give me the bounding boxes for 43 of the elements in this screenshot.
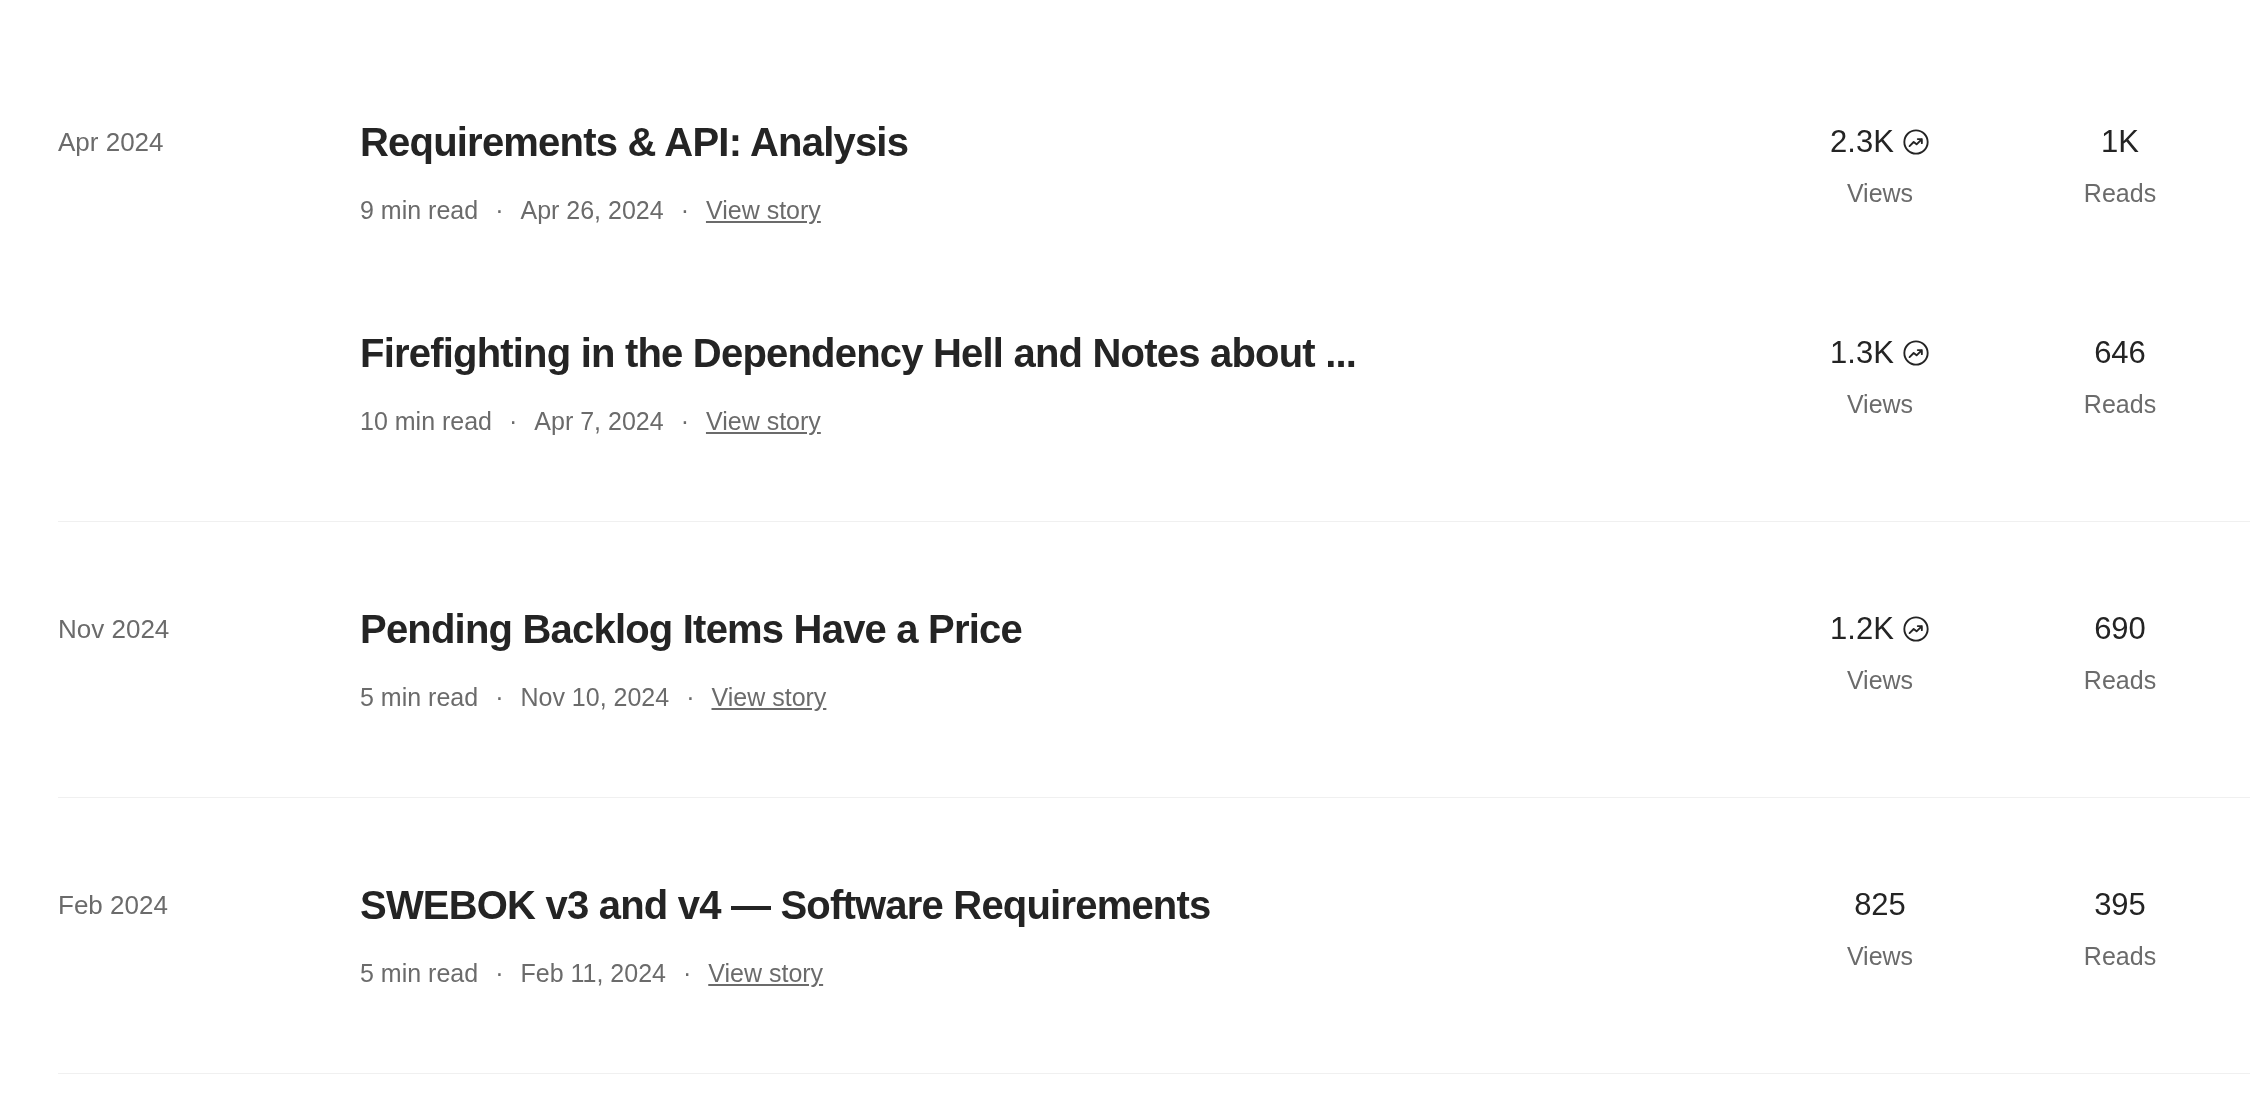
separator-dot: ·: [686, 682, 695, 712]
month-label: Apr 2024: [58, 126, 165, 159]
views-label: Views: [1846, 178, 1914, 208]
story-title[interactable]: Firefighting in the Dependency Hell and Notes about ...: [360, 329, 1760, 377]
read-time: 10 min read: [360, 406, 493, 436]
reads-label: Reads: [2083, 665, 2157, 695]
reads-count: 395: [2094, 887, 2146, 923]
publish-date: Apr 26, 2024: [520, 195, 664, 225]
separator-dot: ·: [495, 958, 504, 988]
story-title[interactable]: Pending Backlog Items Have a Price: [360, 605, 1760, 653]
separator-dot: ·: [682, 958, 692, 988]
reads-label: Reads: [2083, 178, 2157, 208]
view-story-link[interactable]: View story: [708, 958, 824, 988]
views-label: Views: [1846, 665, 1914, 695]
views-count: 825: [1854, 887, 1906, 923]
reads-count: 690: [2094, 611, 2146, 647]
month-label: Feb 2024: [58, 889, 169, 922]
views-count: 1.3K: [1830, 335, 1894, 371]
publish-date: Feb 11, 2024: [520, 958, 666, 988]
views-count: 1.2K: [1830, 611, 1894, 647]
views-count: 2.3K: [1830, 124, 1894, 160]
view-story-link[interactable]: View story: [705, 406, 821, 436]
separator-dot: ·: [495, 682, 504, 712]
views-label: Views: [1846, 941, 1914, 971]
reads-count: 646: [2094, 335, 2146, 371]
publish-date: Apr 7, 2024: [534, 406, 664, 436]
read-time: 9 min read: [360, 195, 479, 225]
separator-dot: ·: [680, 406, 689, 436]
reads-count: 1K: [2101, 124, 2139, 160]
read-time: 5 min read: [360, 682, 479, 712]
separator-dot: ·: [680, 195, 689, 225]
reads-label: Reads: [2083, 941, 2157, 971]
story-title[interactable]: Requirements & API: Analysis: [360, 118, 1760, 166]
read-time: 5 min read: [360, 958, 479, 988]
view-story-link[interactable]: View story: [705, 195, 821, 225]
reads-label: Reads: [2083, 389, 2157, 419]
views-label: Views: [1846, 389, 1914, 419]
separator-dot: ·: [509, 406, 518, 436]
month-label: Nov 2024: [58, 613, 171, 646]
view-story-link[interactable]: View story: [711, 682, 827, 712]
separator-dot: ·: [495, 195, 504, 225]
story-title[interactable]: SWEBOK v3 and v4 — Software Requirements: [360, 881, 1760, 929]
publish-date: Nov 10, 2024: [520, 682, 670, 712]
